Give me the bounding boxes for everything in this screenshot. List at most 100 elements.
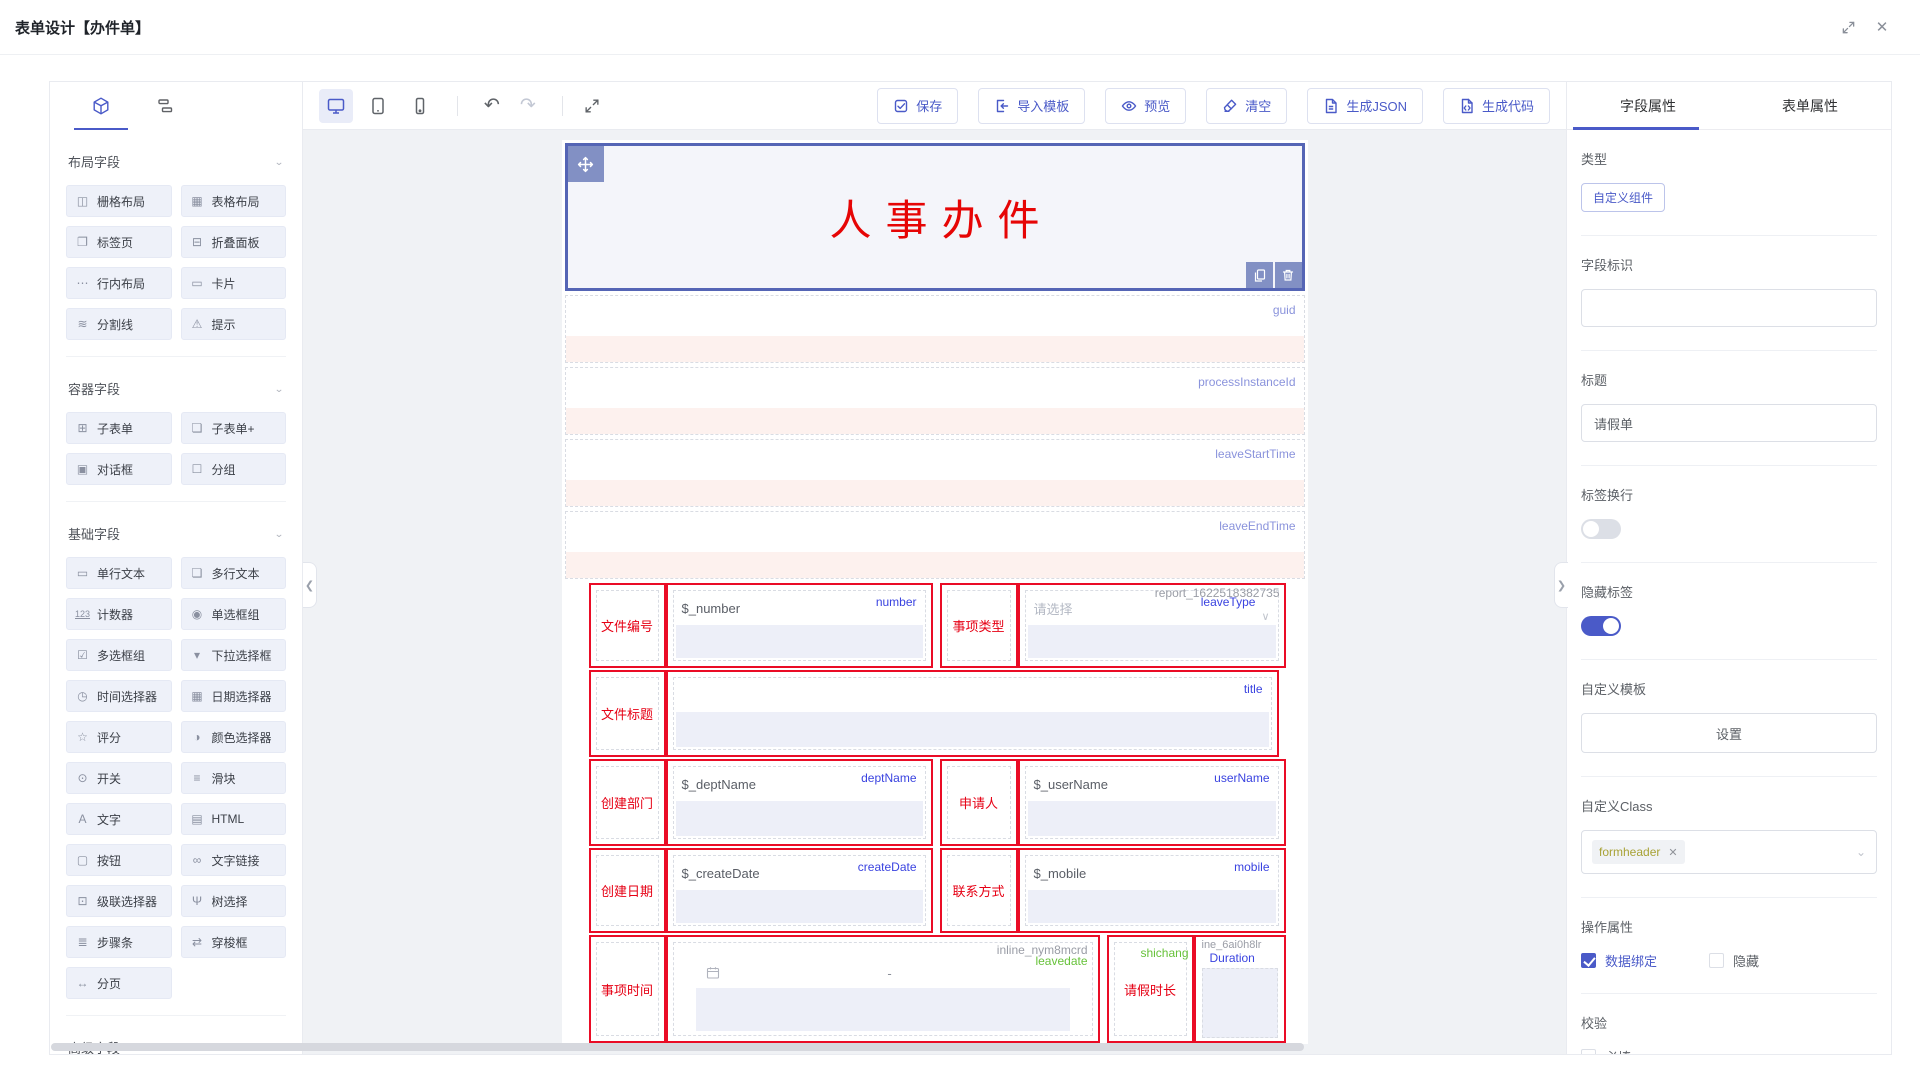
field-id-input[interactable] [1581,289,1877,327]
palette-item-html[interactable]: ▤HTML [181,803,287,835]
palette-item-time-picker[interactable]: ◷时间选择器 [66,680,172,712]
field-label-cell[interactable]: 文件标题 [589,670,666,757]
hidden-checkbox[interactable]: 隐藏 [1709,951,1759,970]
palette-item-collapse-panel[interactable]: ⊟折叠面板 [181,226,287,258]
palette-item-button[interactable]: ▢按钮 [66,844,172,876]
palette-item-label: 分页 [97,975,121,992]
scrollbar-thumb[interactable] [51,1043,1304,1051]
palette-item-inline-layout[interactable]: ⋯行内布局 [66,267,172,299]
palette-item-counter[interactable]: 123计数器 [66,598,172,630]
field-input-number[interactable]: $_numbernumber [666,583,933,668]
save-button[interactable]: 保存 [877,88,958,124]
palette-item-date-picker[interactable]: ▦日期选择器 [181,680,287,712]
field-input-createDate[interactable]: $_createDatecreateDate [666,848,933,933]
palette-section-header[interactable]: 基础字段⌄ [66,516,286,545]
palette-item-tree-select[interactable]: Ψ树选择 [181,885,287,917]
fullscreen-toggle-icon[interactable] [1834,13,1862,41]
palette-item-label: 提示 [212,316,236,333]
phone-view-button[interactable] [403,89,437,123]
field-input-mobile[interactable]: $_mobilemobile [1018,848,1286,933]
palette-item-text-link[interactable]: ∞文字链接 [181,844,287,876]
palette-item-subform[interactable]: ⊞子表单 [66,412,172,444]
palette-item-tabs[interactable]: ❐标签页 [66,226,172,258]
hidden-field-leaveStartTime[interactable]: leaveStartTime [565,439,1305,507]
palette-item-checkbox-group[interactable]: ☑多选框组 [66,639,172,671]
field-label: 创建部门 [601,793,653,812]
import-button[interactable]: 导入模板 [978,88,1085,124]
template-settings-button[interactable]: 设置 [1581,713,1877,753]
palette-item-transfer[interactable]: ⇄穿梭框 [181,926,287,958]
palette-item-rate[interactable]: ☆评分 [66,721,172,753]
field-daterange-leavedate[interactable]: inline_nym8mcrdleavedate- [666,935,1100,1043]
palette-item-cascader[interactable]: ⊡级联选择器 [66,885,172,917]
field-label-cell[interactable]: shichang请假时长 [1107,935,1194,1043]
palette-item-table-layout[interactable]: ▦表格布局 [181,185,287,217]
hidden-field-processInstanceId[interactable]: processInstanceId [565,367,1305,435]
palette-item-radio-group[interactable]: ◉单选框组 [181,598,287,630]
field-label-cell[interactable]: 创建部门 [589,759,666,846]
text-icon: A [75,812,90,826]
palette-item-group[interactable]: ☐分组 [181,453,287,485]
palette-item-pagination[interactable]: ↔分页 [66,967,172,999]
palette-item-dialog[interactable]: ▣对话框 [66,453,172,485]
hidden-field-guid[interactable]: guid [565,295,1305,363]
label-wrap-toggle[interactable] [1581,519,1621,539]
copy-component-icon[interactable] [1246,262,1273,288]
undo-icon[interactable]: ↶ [478,94,506,117]
horizontal-scrollbar[interactable] [51,1043,1567,1051]
preview-button[interactable]: 预览 [1105,88,1186,124]
title-input[interactable] [1581,404,1877,442]
close-icon[interactable]: ✕ [1868,13,1896,41]
palette-item-label: 行内布局 [97,275,145,292]
inline-layout-id: ine_6ai0h8lr [1196,937,1284,951]
field-duration-Duration[interactable]: ine_6ai0h8lrDuration [1194,935,1286,1043]
data-binding-checkbox[interactable]: 数据绑定 [1581,951,1657,970]
json-button[interactable]: 生成JSON [1307,88,1423,124]
palette-item-alert[interactable]: ⚠提示 [181,308,287,340]
field-input-userName[interactable]: $_userNameuserName [1018,759,1286,846]
tablet-view-button[interactable] [361,89,395,123]
required-checkbox[interactable]: 必填 [1581,1047,1877,1054]
field-label-cell[interactable]: 事项时间 [589,935,666,1043]
palette-item-grid-layout[interactable]: ◫栅格布局 [66,185,172,217]
tab-field-properties[interactable]: 字段属性 [1567,82,1729,129]
hidden-field-leaveEndTime[interactable]: leaveEndTime [565,511,1305,579]
tag-remove-icon[interactable]: ✕ [1668,846,1677,859]
palette-item-color-picker[interactable]: ◑颜色选择器 [181,721,287,753]
tab-components[interactable] [78,83,124,130]
field-label-cell[interactable]: 事项类型 [940,583,1018,668]
field-label-cell[interactable]: 创建日期 [589,848,666,933]
palette-item-card[interactable]: ▭卡片 [181,267,287,299]
clear-button[interactable]: 清空 [1206,88,1287,124]
desktop-view-button[interactable] [319,89,353,123]
collapse-sidebar-handle[interactable]: ❮ [303,562,317,608]
drag-handle-icon[interactable] [568,146,604,182]
palette-section-header[interactable]: 容器字段⌄ [66,371,286,400]
checkbox-checked-icon [1581,953,1596,968]
palette-item-slider[interactable]: ≡滑块 [181,762,287,794]
custom-class-select[interactable]: formheader ✕ ⌄ [1581,830,1877,874]
hide-label-toggle[interactable] [1581,616,1621,636]
field-label-cell[interactable]: 文件编号 [589,583,666,668]
palette-item-subform-plus[interactable]: ❏子表单+ [181,412,287,444]
collapse-props-handle[interactable]: ❯ [1554,562,1568,608]
form-header-component-selected[interactable]: 人事办件 [565,143,1305,291]
tab-structure[interactable] [142,83,188,130]
palette-item-multi-line-text[interactable]: ❏多行文本 [181,557,287,589]
redo-icon[interactable]: ↷ [514,94,542,117]
field-label-cell[interactable]: 申请人 [940,759,1018,846]
palette-item-divider[interactable]: ≋分割线 [66,308,172,340]
field-label-cell[interactable]: 联系方式 [940,848,1018,933]
field-input-deptName[interactable]: $_deptNamedeptName [666,759,933,846]
palette-item-steps[interactable]: ≣步骤条 [66,926,172,958]
delete-component-icon[interactable] [1275,262,1302,288]
tab-form-properties[interactable]: 表单属性 [1729,82,1891,129]
code-button[interactable]: 生成代码 [1443,88,1550,124]
field-input-title[interactable]: title [666,670,1279,757]
palette-item-switch[interactable]: ⊙开关 [66,762,172,794]
palette-item-text[interactable]: A文字 [66,803,172,835]
palette-item-single-line-text[interactable]: ▭单行文本 [66,557,172,589]
palette-item-select[interactable]: ▾下拉选择框 [181,639,287,671]
expand-canvas-icon[interactable] [583,97,601,115]
palette-section-header[interactable]: 布局字段⌄ [66,144,286,173]
